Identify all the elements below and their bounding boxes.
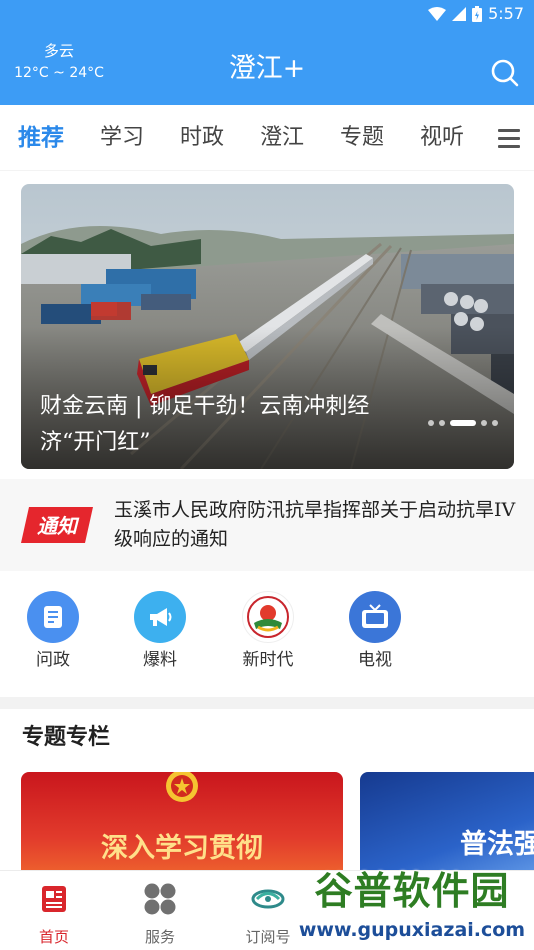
tab-audiovisual[interactable]: 视听 xyxy=(420,123,464,153)
document-icon xyxy=(27,591,79,643)
carousel-dot[interactable] xyxy=(481,420,487,426)
quick-link-report[interactable]: 爆料 xyxy=(125,591,195,671)
topics-title: 专题专栏 xyxy=(22,725,111,750)
quick-link-label: 问政 xyxy=(36,650,70,670)
grid-icon xyxy=(142,881,178,917)
tv-icon xyxy=(349,591,401,643)
banner-caption[interactable]: 财金云南 | 铆足干劲！云南冲刺经济“开门红” xyxy=(40,389,420,461)
notice-badge: 通知 xyxy=(21,507,93,543)
tab-politics[interactable]: 时政 xyxy=(180,123,224,153)
battery-icon xyxy=(472,5,483,22)
carousel-dot-active[interactable] xyxy=(450,420,476,426)
carousel-dot[interactable] xyxy=(492,420,498,426)
emblem-icon xyxy=(242,591,294,643)
watermark-title: 谷普软件园 xyxy=(314,869,510,913)
section-divider xyxy=(0,697,534,709)
quick-link-label: 新时代 xyxy=(242,650,294,670)
notice-text[interactable]: 玉溪市人民政府防汛抗旱指挥部关于启动抗旱IV级响应的通知 xyxy=(114,496,520,554)
topics-section: 专题专栏 深入学习贯彻 普法强 xyxy=(0,709,534,870)
quick-link-tv[interactable]: 电视 xyxy=(340,591,410,671)
quick-link-inquiry[interactable]: 问政 xyxy=(18,591,88,671)
app-title: 澄江+ xyxy=(228,53,306,84)
tab-chengjiang[interactable]: 澄江 xyxy=(260,123,304,153)
carousel-dot[interactable] xyxy=(439,420,445,426)
signal-icon xyxy=(452,6,467,21)
quick-link-label: 电视 xyxy=(358,650,392,670)
status-icons: 5:57 xyxy=(428,4,524,23)
menu-icon[interactable] xyxy=(498,129,520,148)
banner-carousel[interactable]: 财金云南 | 铆足干劲！云南冲刺经济“开门红” xyxy=(21,184,514,469)
nav-label: 首页 xyxy=(38,928,69,946)
nav-home[interactable]: 首页 xyxy=(14,881,94,947)
party-emblem-icon xyxy=(166,772,198,802)
nav-label: 服务 xyxy=(144,928,175,946)
home-news-icon xyxy=(36,881,72,917)
app-screen: 5:57 多云 12°C ~ 24°C 澄江+ 推荐 学习 时政 澄江 专题 视… xyxy=(0,0,534,950)
channel-tabs: 推荐 学习 时政 澄江 专题 视听 xyxy=(0,105,534,171)
topic-card-title: 普法强 xyxy=(460,829,534,860)
banner-section: 财金云南 | 铆足干劲！云南冲刺经济“开门红” xyxy=(0,171,534,479)
topic-card[interactable]: 普法强 xyxy=(360,772,534,870)
watermark: 谷普软件园 www.gupuxiazai.com xyxy=(292,866,532,948)
status-time: 5:57 xyxy=(488,4,524,23)
notice-badge-label: 通知 xyxy=(37,514,80,538)
quick-link-label: 爆料 xyxy=(143,650,177,670)
megaphone-icon xyxy=(134,591,186,643)
notice-bar[interactable]: 通知 玉溪市人民政府防汛抗旱指挥部关于启动抗旱IV级响应的通知 xyxy=(0,479,534,571)
tab-topics[interactable]: 专题 xyxy=(340,123,384,153)
watermark-url: www.gupuxiazai.com xyxy=(298,919,526,941)
tab-study[interactable]: 学习 xyxy=(100,123,144,153)
topic-card[interactable]: 深入学习贯彻 xyxy=(21,772,343,870)
nav-services[interactable]: 服务 xyxy=(120,881,200,947)
tab-recommend[interactable]: 推荐 xyxy=(18,123,64,153)
search-icon[interactable] xyxy=(490,58,520,88)
quick-links: 问政 爆料 新时代 电视 xyxy=(0,571,534,697)
carousel-dot[interactable] xyxy=(428,420,434,426)
topic-card-title: 深入学习贯彻 xyxy=(101,833,263,864)
status-bar: 5:57 xyxy=(0,0,534,28)
carousel-indicator xyxy=(428,420,498,426)
wifi-icon xyxy=(428,6,447,21)
top-header: 5:57 多云 12°C ~ 24°C 澄江+ xyxy=(0,0,534,105)
subscribe-icon xyxy=(250,881,286,917)
quick-link-new-era[interactable]: 新时代 xyxy=(233,591,303,671)
